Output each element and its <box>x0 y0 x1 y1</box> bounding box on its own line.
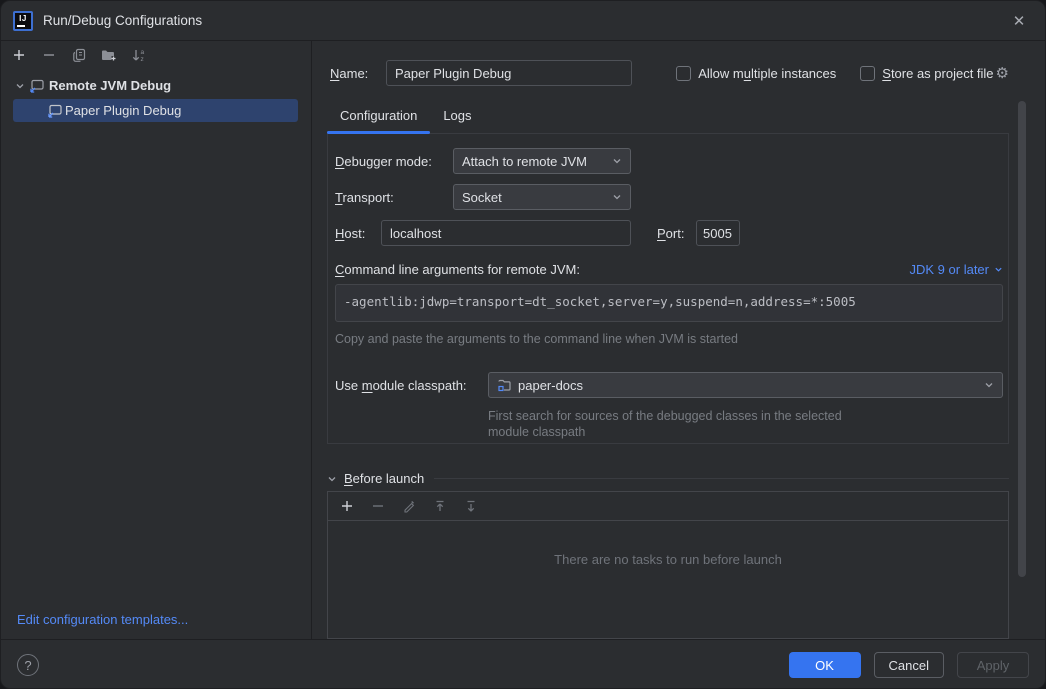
remove-task-icon[interactable] <box>370 498 386 514</box>
add-icon[interactable] <box>11 47 27 63</box>
svg-text:a: a <box>141 49 145 56</box>
intellij-logo-icon: IJ <box>13 11 33 31</box>
command-line-hint: Copy and paste the arguments to the comm… <box>335 332 1003 346</box>
before-launch-task-list: There are no tasks to run before launch <box>327 491 1009 639</box>
tree-group-label: Remote JVM Debug <box>49 78 171 93</box>
edit-configuration-templates-link[interactable]: Edit configuration templates... <box>1 612 311 639</box>
port-input[interactable] <box>696 220 740 246</box>
store-as-project-file-label: Store as project file <box>882 66 993 81</box>
name-input[interactable] <box>386 60 632 86</box>
chevron-down-icon <box>612 192 622 202</box>
editor-tabs: Configuration Logs <box>327 102 1009 134</box>
allow-multiple-instances-checkbox[interactable]: Allow multiple instances <box>676 66 836 81</box>
configuration-tab-panel: Debugger mode: Attach to remote JVM Tran… <box>327 134 1009 444</box>
dialog-title: Run/Debug Configurations <box>43 13 202 28</box>
title-bar: IJ Run/Debug Configurations ✕ <box>1 1 1045 41</box>
dialog-content: az Remote JVM Debug Pape <box>1 41 1045 639</box>
command-line-label: Command line arguments for remote JVM: <box>335 262 580 277</box>
checkbox-icon[interactable] <box>676 66 691 81</box>
chevron-down-icon[interactable] <box>327 474 337 484</box>
before-launch-empty-message: There are no tasks to run before launch <box>328 521 1008 638</box>
move-up-icon[interactable] <box>432 498 448 514</box>
chevron-down-icon <box>984 380 994 390</box>
before-launch-toolbar <box>328 492 1008 521</box>
checkbox-icon[interactable] <box>860 66 875 81</box>
tab-configuration[interactable]: Configuration <box>327 102 430 133</box>
help-button[interactable]: ? <box>17 654 39 676</box>
close-icon[interactable]: ✕ <box>1007 9 1031 33</box>
tree-item-paper-plugin-debug[interactable]: Paper Plugin Debug <box>13 99 298 122</box>
allow-multiple-instances-label: Allow multiple instances <box>698 66 836 81</box>
sidebar-toolbar: az <box>1 41 311 69</box>
transport-select[interactable]: Socket <box>453 184 631 210</box>
new-folder-icon[interactable] <box>101 47 117 63</box>
tab-logs[interactable]: Logs <box>430 102 484 133</box>
store-as-project-file-checkbox[interactable]: Store as project file <box>860 66 993 81</box>
debugger-mode-label: Debugger mode: <box>335 154 453 169</box>
command-line-arguments-field[interactable]: -agentlib:jdwp=transport=dt_socket,serve… <box>335 284 1003 322</box>
debugger-mode-row: Debugger mode: Attach to remote JVM <box>335 148 1003 174</box>
configurations-tree: Remote JVM Debug Paper Plugin Debug <box>1 69 311 122</box>
configurations-sidebar: az Remote JVM Debug Pape <box>1 41 312 639</box>
configuration-editor: Name: Allow multiple instances Store as … <box>312 41 1045 639</box>
before-launch-label: Before launch <box>344 471 424 486</box>
host-label: Host: <box>335 226 381 241</box>
sort-alphabetically-icon[interactable]: az <box>131 47 147 63</box>
transport-row: Transport: Socket <box>335 184 1003 210</box>
tree-item-label: Paper Plugin Debug <box>65 103 181 118</box>
chevron-down-icon <box>994 265 1003 274</box>
name-label: Name: <box>330 66 386 81</box>
command-line-row: Command line arguments for remote JVM: J… <box>335 262 1003 277</box>
vertical-scrollbar[interactable] <box>1018 101 1026 577</box>
host-input[interactable] <box>381 220 631 246</box>
gear-icon[interactable]: ⚙ <box>996 66 1009 81</box>
cancel-button[interactable]: Cancel <box>874 652 944 678</box>
transport-label: Transport: <box>335 190 453 205</box>
svg-text:z: z <box>141 56 144 63</box>
remote-debug-config-icon <box>47 104 63 118</box>
copy-icon[interactable] <box>71 47 87 63</box>
module-classpath-row: Use module classpath: paper-docs <box>335 372 1003 398</box>
move-down-icon[interactable] <box>463 498 479 514</box>
run-debug-configurations-dialog: IJ Run/Debug Configurations ✕ <box>0 0 1046 689</box>
remove-icon[interactable] <box>41 47 57 63</box>
module-classpath-label: Use module classpath: <box>335 378 488 393</box>
module-classpath-hint: First search for sources of the debugged… <box>488 408 1003 440</box>
section-divider <box>434 478 1009 479</box>
remote-debug-config-icon <box>29 79 45 93</box>
edit-task-icon[interactable] <box>401 498 417 514</box>
ok-button[interactable]: OK <box>789 652 861 678</box>
module-classpath-select[interactable]: paper-docs <box>488 372 1003 398</box>
add-task-icon[interactable] <box>339 498 355 514</box>
host-port-row: Host: Port: <box>335 220 1003 246</box>
before-launch-header[interactable]: Before launch <box>327 471 1009 486</box>
chevron-down-icon[interactable] <box>15 81 25 91</box>
port-label: Port: <box>657 226 696 241</box>
module-icon <box>497 378 512 392</box>
name-row: Name: Allow multiple instances Store as … <box>327 59 1009 87</box>
dialog-footer: ? OK Cancel Apply <box>1 639 1045 689</box>
tree-group-remote-jvm-debug[interactable]: Remote JVM Debug <box>1 74 311 97</box>
debugger-mode-select[interactable]: Attach to remote JVM <box>453 148 631 174</box>
jdk-version-selector[interactable]: JDK 9 or later <box>910 262 1003 277</box>
apply-button: Apply <box>957 652 1029 678</box>
chevron-down-icon <box>612 156 622 166</box>
